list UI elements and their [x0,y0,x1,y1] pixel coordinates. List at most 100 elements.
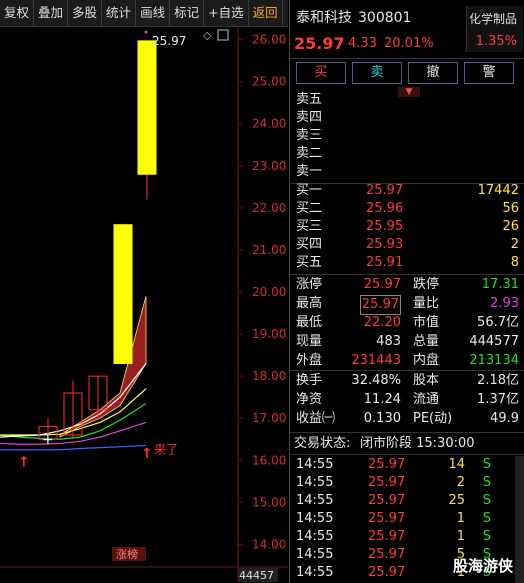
axis-tick-label: 20.00 [252,285,286,299]
buy-level-row[interactable]: 买五 25.91 8 [290,254,524,272]
tick-volume: 25 [448,493,465,508]
level-volume: 26 [502,219,519,234]
sell-level-row[interactable]: 卖三 [290,127,524,145]
axis-tick-label: 18.00 [252,369,286,383]
stat-label: 市值 [413,315,440,330]
stats-row: 现量 483 总量 444577 [290,333,524,351]
tick-side: S [482,493,491,508]
stats-row: 外盘 231443 内盘 213134 [290,352,524,370]
price-row: 25.97 4.33 20.01% [290,34,524,54]
tick-side: S [482,529,491,544]
level-label: 卖三 [296,128,323,143]
stat-value: 49.9 [490,411,519,426]
stat-label: 股本 [413,373,440,388]
axis-tick-label: 17.00 [252,411,286,425]
tick-row: 14:55 25.97 25 S [290,492,515,510]
alert-button[interactable]: 警 [464,62,514,84]
tick-volume: 1 [456,529,465,544]
stat-label: 最低 [296,315,323,330]
status-value: 闭市阶段 15:30:00 [360,436,475,451]
buy-level-row[interactable]: 买三 25.95 26 [290,218,524,236]
tick-volume: 1 [456,511,465,526]
toolbar-btn-4[interactable]: 画线 [136,0,171,26]
tick-row: 14:55 25.97 1 S [290,510,515,528]
toolbar-btn-1[interactable]: 叠加 [34,0,69,26]
toolbar-btn-0[interactable]: 复权 [0,0,35,26]
arrow-icon: ↑ [141,446,153,462]
stat-label: 最高 [296,296,323,311]
stat-value: 25.97 [359,295,401,315]
level-price: 25.91 [366,255,404,270]
buy-level-row[interactable]: 买二 25.96 56 [290,200,524,218]
tick-price: 25.97 [368,457,406,472]
level-label: 卖一 [296,164,323,179]
crosshair-icon: + [42,432,54,448]
toolbar-btn-7[interactable]: 返回 [249,0,283,26]
tick-scrollbar[interactable] [515,456,524,583]
stat-value: 2.18亿 [477,373,519,388]
level-label: 买一 [296,183,323,198]
level-label: 卖二 [296,146,323,161]
sell-level-row[interactable]: 卖五 [290,91,524,109]
level-label: 买四 [296,237,323,252]
toolbar-btn-2[interactable]: 多股 [68,0,103,26]
level-volume: 8 [510,255,519,270]
trade-status: 交易状态: 闭市阶段 15:30:00 [290,435,524,453]
candle-body [137,40,157,175]
toolbar-btn-5[interactable]: 标记 [170,0,205,26]
toolbar-btn-6[interactable]: +自选 [204,0,249,26]
high-marker: • [143,27,149,38]
kline-svg[interactable]: 26.00 25.00 24.00 23.00 22.00 21.00 20.00 19.00… [0,27,288,583]
buy-level-row[interactable]: 买四 25.93 2 [290,236,524,254]
tick-price: 25.97 [368,565,406,580]
tick-time: 14:55 [296,547,334,562]
toolbar: 复权 叠加 多股 统计 画线 标记 +自选 返回 [0,0,288,27]
sell-level-row[interactable]: 卖一 [290,163,524,181]
kline-chart[interactable]: 26.00 25.00 24.00 23.00 22.00 21.00 20.00 19.00… [0,27,288,583]
buy-button[interactable]: 买 [296,62,346,84]
stat-label: 现量 [296,334,323,349]
stat-label: 换手 [296,373,323,388]
cancel-button[interactable]: 撤 [408,62,458,84]
annotation-text: 来了 [154,443,178,457]
stat-value: 11.24 [363,392,401,407]
arrow-icon: ↑ [18,454,30,470]
level-price: 25.97 [366,183,404,198]
axis-tick-label: 24.00 [252,117,286,131]
level-label: 买二 [296,201,323,216]
stat-label: 总量 [413,334,440,349]
tick-volume: 14 [448,457,465,472]
fundamentals-row: 净资 11.24 流通 1.37亿 [290,391,524,409]
last-price-label: 25.97 [152,34,186,48]
level-price: 25.95 [366,219,404,234]
tick-price: 25.97 [368,547,406,562]
level-volume: 2 [510,237,519,252]
buy-level-row[interactable]: 买一 25.97 17442 [290,182,524,200]
status-label: 交易状态: [294,436,351,451]
level-label: 卖四 [296,110,323,125]
tick-price: 25.97 [368,475,406,490]
axis-tick-label: 16.00 [252,453,286,467]
level-label: 买五 [296,255,323,270]
stats-row: 最高 25.97 量比 2.93 [290,295,524,315]
stats-row: 涨停 25.97 跌停 17.31 [290,276,524,294]
stat-value: 56.7亿 [477,315,519,330]
tick-row: 14:55 25.97 14 S [290,456,515,474]
stat-label: 收益㈠ [296,411,336,426]
axis-tick-label: 25.00 [252,75,286,89]
toolbar-btn-3[interactable]: 统计 [102,0,137,26]
tick-time: 14:55 [296,457,334,472]
sell-level-row[interactable]: 卖四 [290,109,524,127]
tick-row: 14:55 25.97 1 S [290,528,515,546]
tick-time: 14:55 [296,565,334,580]
stat-value: 32.48% [351,373,401,388]
stat-value: 483 [376,334,401,349]
axis-tick-label: 26.00 [252,33,286,47]
sell-button[interactable]: 卖 [352,62,402,84]
sell-level-row[interactable]: 卖二 [290,145,524,163]
level-volume: 56 [502,201,519,216]
level-price: 25.96 [366,201,404,216]
candle-body [113,224,133,365]
stat-value: 0.130 [363,411,401,426]
tick-volume: 2 [456,475,465,490]
